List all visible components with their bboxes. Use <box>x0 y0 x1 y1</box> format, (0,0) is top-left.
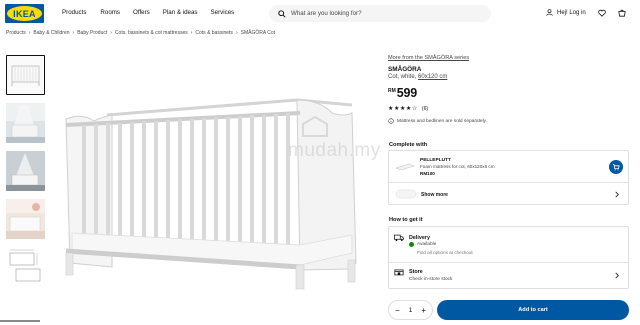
nav-services[interactable]: Services <box>211 9 235 16</box>
main-nav: Products Rooms Offers Plan & ideas Servi… <box>62 9 234 16</box>
review-count: (6) <box>421 105 429 112</box>
product-size-link[interactable]: 60x120 cm <box>418 74 447 80</box>
available-dot-icon <box>409 242 414 247</box>
nav-plan-ideas[interactable]: Plan & ideas <box>163 9 198 16</box>
quantity-value[interactable]: 1 <box>409 307 413 314</box>
show-more-link[interactable]: Show more <box>421 192 448 198</box>
price-currency: RM <box>388 88 396 94</box>
shopping-bag-icon[interactable] <box>618 9 626 17</box>
user-icon <box>546 9 553 16</box>
thumbnail-room-3[interactable] <box>6 199 45 239</box>
ikea-logo[interactable]: IKEA <box>5 4 44 23</box>
site-header: IKEA Products Rooms Offers Plan & ideas … <box>0 0 640 28</box>
cart-plus-icon <box>612 164 620 171</box>
breadcrumb-item[interactable]: Baby & Children <box>33 30 69 36</box>
breadcrumb: Products › Baby & Children › Baby Product ›… <box>6 30 275 36</box>
decrease-quantity-button[interactable]: − <box>395 306 400 315</box>
watermark-logo <box>302 116 328 137</box>
rating[interactable]: ★★★★☆ (6) <box>388 105 429 113</box>
store-title[interactable]: Store <box>409 269 423 275</box>
chevron-right-icon[interactable] <box>614 191 620 198</box>
chevron-right-icon: › <box>110 30 112 36</box>
more-from-series-link[interactable]: More from the SMÅGÖRA series <box>388 55 469 61</box>
thumbnail-room-2[interactable] <box>6 151 45 191</box>
add-recommended-to-cart-button[interactable] <box>609 160 623 174</box>
thumbnail-dimensions[interactable] <box>6 247 45 287</box>
how-to-get-it-heading: How to get it <box>389 217 423 223</box>
breadcrumb-item[interactable]: Cots & bassinets <box>195 30 233 36</box>
divider <box>389 182 628 183</box>
thumbnail-cot-front[interactable] <box>6 55 45 95</box>
store-icon <box>394 269 404 276</box>
nav-rooms[interactable]: Rooms <box>100 9 120 16</box>
divider <box>389 262 628 263</box>
product-note: Mattress and bedlinen are sold separatel… <box>388 118 487 124</box>
price-amount: 599 <box>396 86 418 100</box>
nav-offers[interactable]: Offers <box>133 9 150 16</box>
product-name: SMÅGÖRA <box>388 66 422 73</box>
breadcrumb-item-current: SMÅGÖRA Cot <box>240 30 276 36</box>
nav-products[interactable]: Products <box>62 9 86 16</box>
show-more-thumbnail <box>395 189 417 199</box>
delivery-status-text: Available <box>417 242 437 247</box>
increase-quantity-button[interactable]: + <box>421 306 426 315</box>
star-rating-icon: ★★★★☆ <box>388 106 418 112</box>
chevron-right-icon[interactable] <box>614 272 620 279</box>
recommended-item-description: Foam mattress for cot, 60x120x6 cm <box>420 164 495 169</box>
login-label: Hej! Log in <box>557 9 586 16</box>
thumbnail-room-1[interactable] <box>6 103 45 143</box>
store-subtext: Check in-store stock <box>409 277 453 282</box>
divider <box>0 320 40 322</box>
recommended-item-price: RM100 <box>420 171 435 176</box>
chevron-right-icon: › <box>28 30 31 36</box>
add-to-cart-button[interactable]: Add to cart <box>437 300 629 320</box>
info-icon <box>388 118 394 124</box>
chevron-right-icon: › <box>72 30 75 36</box>
search-bar[interactable] <box>269 5 491 22</box>
complete-with-card: PELLEPLUTT Foam mattress for cot, 60x120… <box>388 150 629 205</box>
recommended-item-name[interactable]: PELLEPLUTT <box>420 158 451 163</box>
mattress-thumbnail[interactable] <box>395 160 415 172</box>
product-description-text: Cot, white, <box>388 74 419 80</box>
thumbnail-list <box>6 55 45 295</box>
delivery-title[interactable]: Delivery <box>409 235 430 241</box>
search-icon <box>278 9 286 18</box>
how-to-get-it-card: Delivery Available Find all options at c… <box>388 226 629 289</box>
delivery-subtext: Find all options at checkout <box>417 250 473 255</box>
breadcrumb-item[interactable]: Products <box>6 30 26 36</box>
heart-icon[interactable] <box>598 9 606 17</box>
delivery-status: Available <box>409 242 436 247</box>
quantity-stepper: − 1 + <box>388 300 433 320</box>
logo-text: IKEA <box>13 8 36 19</box>
product-price: RM 599 <box>388 86 417 100</box>
login-link[interactable]: Hej! Log in <box>546 9 586 16</box>
note-text: Mattress and bedlinen are sold separatel… <box>397 118 488 124</box>
truck-icon <box>394 234 404 242</box>
breadcrumb-item[interactable]: Baby Product <box>77 30 107 36</box>
chevron-right-icon: › <box>235 30 238 36</box>
search-input[interactable] <box>291 10 471 17</box>
product-description: Cot, white, 60x120 cm <box>388 74 447 80</box>
breadcrumb-item[interactable]: Cots, bassinets & cot mattresses <box>115 30 188 36</box>
chevron-right-icon: › <box>190 30 193 36</box>
product-image-cot[interactable] <box>52 55 370 315</box>
watermark-text: mudah.my <box>288 140 381 161</box>
complete-with-heading: Complete with <box>389 142 428 148</box>
